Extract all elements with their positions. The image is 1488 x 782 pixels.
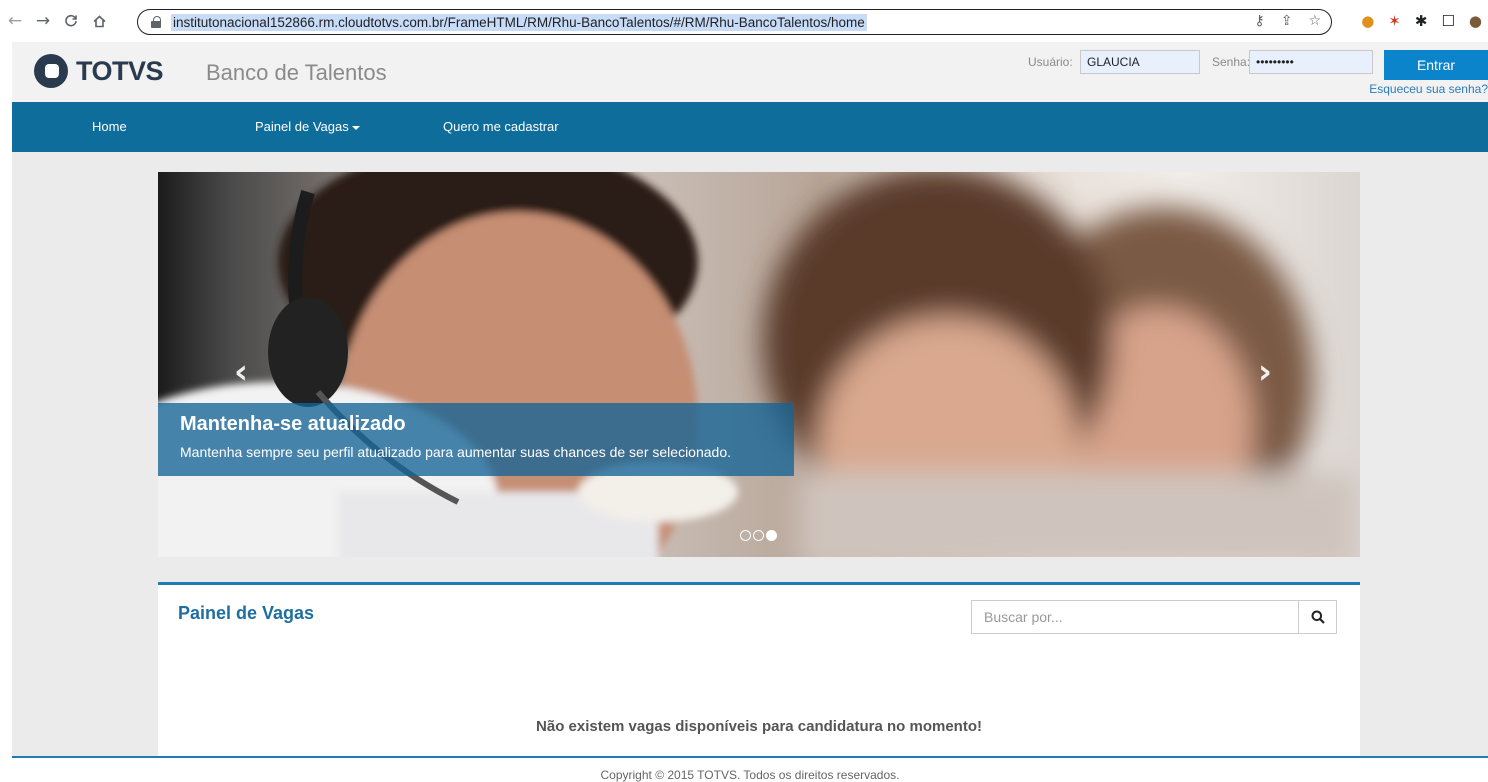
chevron-right-icon: › <box>1258 352 1273 392</box>
extension-pin-icon[interactable]: ✶ <box>1388 12 1401 30</box>
carousel-indicator-3[interactable] <box>766 530 777 541</box>
extension-search-icon[interactable]: ● <box>1361 12 1374 30</box>
totvs-logo-icon <box>34 54 68 88</box>
sidepanel-icon[interactable]: ☐ <box>1441 12 1454 30</box>
forward-button[interactable]: → <box>32 10 54 32</box>
nav-item-cadastrar[interactable]: Quero me cadastrar <box>443 119 559 134</box>
key-icon[interactable]: ⚷ <box>1254 13 1264 29</box>
nav-item-label: Painel de Vagas <box>255 119 349 134</box>
address-bar[interactable]: institutonacional152866.rm.cloudtotvs.co… <box>137 9 1332 35</box>
totvs-logo[interactable]: TOTVS <box>34 54 164 88</box>
panel-title: Painel de Vagas <box>178 603 315 623</box>
carousel-caption: Mantenha-se atualizado Mantenha sempre s… <box>158 403 794 476</box>
site-header: TOTVS Banco de Talentos Usuário: Senha: … <box>12 42 1488 102</box>
browser-toolbar: ← → institutonacional152866.rm.cloudtotv… <box>0 0 1488 42</box>
user-input[interactable] <box>1080 50 1200 74</box>
search-icon <box>1311 610 1325 624</box>
login-form: Usuário: Senha: Entrar <box>1028 50 1488 80</box>
carousel-indicators <box>740 530 777 541</box>
home-button[interactable] <box>88 10 110 32</box>
carousel-next-button[interactable]: › <box>1258 352 1272 392</box>
nav-item-label: Home <box>92 119 127 134</box>
painel-de-vagas-panel: Painel de Vagas Não existem vagas dispon… <box>158 582 1360 757</box>
carousel-photo <box>158 172 1358 557</box>
url-text[interactable]: institutonacional152866.rm.cloudtotvs.co… <box>171 13 867 31</box>
carousel-prev-button[interactable]: ‹ <box>234 352 248 392</box>
user-label: Usuário: <box>1028 55 1073 69</box>
empty-vacancies-message: Não existem vagas disponíveis para candi… <box>536 718 982 735</box>
main-navbar: Home Painel de Vagas Quero me cadastrar <box>12 102 1488 152</box>
star-icon[interactable]: ☆ <box>1308 13 1321 29</box>
home-icon <box>92 14 106 27</box>
caption-text: Mantenha sempre seu perfil atualizado pa… <box>180 444 731 460</box>
hero-carousel[interactable]: ‹ › Mantenha-se atualizado Mantenha semp… <box>158 172 1360 557</box>
nav-item-painel-de-vagas[interactable]: Painel de Vagas <box>255 119 360 134</box>
back-button[interactable]: ← <box>4 10 26 32</box>
forgot-password-link[interactable]: Esqueceu sua senha? <box>1369 82 1488 96</box>
share-icon[interactable]: ⇪ <box>1281 13 1293 29</box>
password-input[interactable] <box>1249 50 1373 74</box>
reload-button[interactable] <box>60 10 82 32</box>
logo-text: TOTVS <box>76 55 164 86</box>
extensions-puzzle-icon[interactable]: ✱ <box>1415 12 1428 30</box>
nav-item-home[interactable]: Home <box>92 119 127 134</box>
reload-icon <box>65 14 77 27</box>
profile-avatar-icon[interactable]: ● <box>1469 12 1482 30</box>
lock-icon <box>151 16 161 28</box>
search-button[interactable] <box>1298 601 1336 633</box>
chevron-left-icon: ‹ <box>234 352 249 392</box>
carousel-indicator-1[interactable] <box>740 530 751 541</box>
search-box <box>971 600 1337 634</box>
carousel-indicator-2[interactable] <box>753 530 764 541</box>
footer: Copyright © 2015 TOTVS. Todos os direito… <box>12 756 1488 782</box>
caption-title: Mantenha-se atualizado <box>180 413 406 435</box>
nav-item-label: Quero me cadastrar <box>443 119 559 134</box>
search-input[interactable] <box>972 601 1298 633</box>
copyright-text: Copyright © 2015 TOTVS. Todos os direito… <box>600 768 900 782</box>
password-label: Senha: <box>1212 55 1251 69</box>
app-title: Banco de Talentos <box>206 60 387 85</box>
caret-down-icon <box>351 125 360 130</box>
entrar-button[interactable]: Entrar <box>1384 50 1488 80</box>
